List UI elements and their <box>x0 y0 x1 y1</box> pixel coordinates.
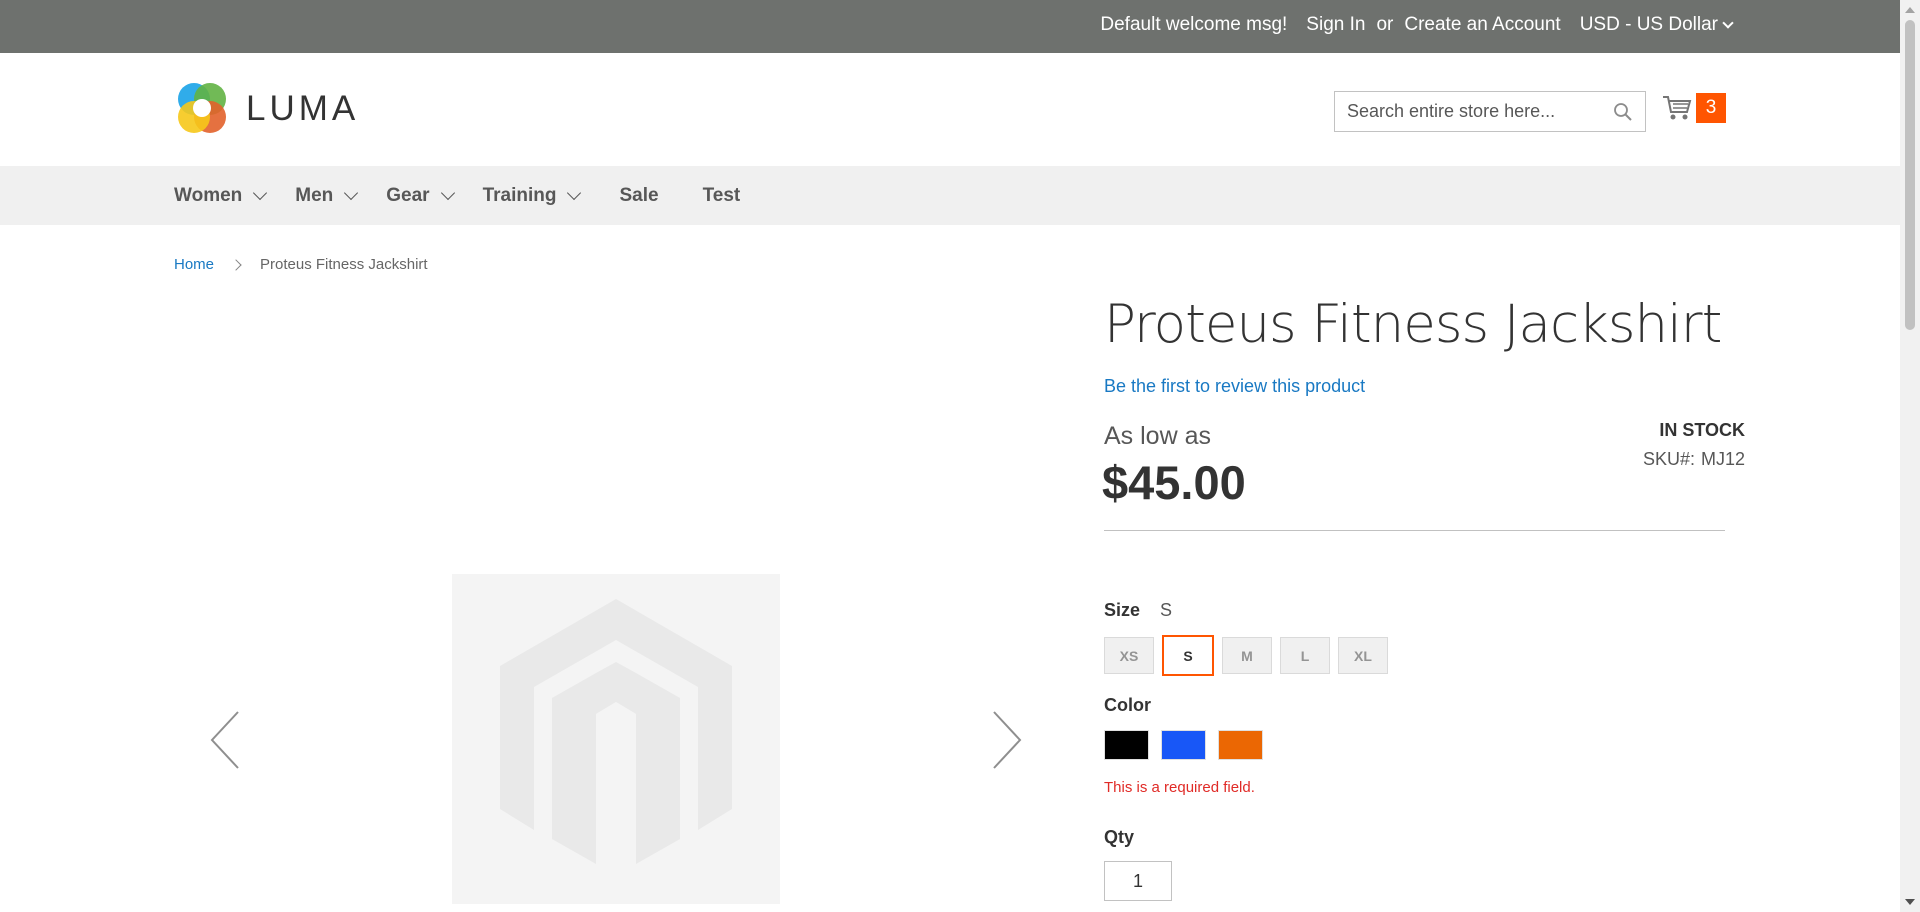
chevron-down-icon <box>440 185 455 200</box>
currency-switcher[interactable]: USD - US Dollar <box>1579 14 1734 36</box>
scroll-down-arrow-icon[interactable] <box>1905 899 1915 905</box>
search-icon[interactable] <box>1613 102 1633 122</box>
required-field-error: This is a required field. <box>1104 779 1255 796</box>
cart-count-badge: 3 <box>1696 93 1726 123</box>
nav-item-test[interactable]: Test <box>703 185 741 207</box>
breadcrumb: Home Proteus Fitness Jackshirt <box>174 256 428 273</box>
chevron-down-icon <box>253 185 268 200</box>
cart-icon <box>1663 96 1692 120</box>
nav-item-label: Test <box>702 184 741 206</box>
stock-status: IN STOCK <box>1659 420 1745 440</box>
page-scrollbar[interactable] <box>1900 0 1920 912</box>
nav-item-label: Gear <box>386 184 430 206</box>
logo[interactable]: LUMA <box>174 81 359 137</box>
nav-item-label: Training <box>482 184 557 206</box>
nav-item-training[interactable]: Training <box>482 184 582 207</box>
qty-input[interactable] <box>1104 861 1172 901</box>
nav-item-men[interactable]: Men <box>295 184 359 207</box>
color-swatch-orange[interactable] <box>1218 730 1263 760</box>
chevron-right-icon <box>230 258 242 271</box>
scroll-up-arrow-icon[interactable] <box>1905 7 1915 13</box>
nav-item-label: Sale <box>619 184 659 206</box>
sku-label: SKU#: <box>1642 449 1695 469</box>
size-option-m[interactable]: M <box>1222 637 1272 674</box>
nav-item-label: Men <box>295 184 334 206</box>
product-image-placeholder <box>452 574 780 904</box>
minicart[interactable]: 3 <box>1662 93 1726 123</box>
search-input[interactable] <box>1335 92 1595 131</box>
chevron-down-icon <box>567 185 582 200</box>
size-label: Size <box>1104 600 1141 620</box>
currency-label: USD - US Dollar <box>1579 14 1718 35</box>
header: LUMA 3 <box>0 53 1900 166</box>
size-option-xs[interactable]: XS <box>1104 637 1154 674</box>
breadcrumb-current: Proteus Fitness Jackshirt <box>260 256 428 273</box>
product-title: Proteus Fitness Jackshirt <box>1104 294 1722 355</box>
size-option-s[interactable]: S <box>1161 634 1215 677</box>
main-navigation: Women Men Gear Training Sale Test <box>0 166 1900 225</box>
create-account-link[interactable]: Create an Account <box>1404 14 1560 36</box>
magento-logo-icon <box>500 599 732 874</box>
color-options <box>1104 730 1275 760</box>
nav-item-gear[interactable]: Gear <box>386 184 455 207</box>
price-prefix: As low as <box>1104 422 1211 450</box>
size-option-xl[interactable]: XL <box>1338 637 1388 674</box>
nav-item-sale[interactable]: Sale <box>619 185 658 207</box>
sign-in-link[interactable]: Sign In <box>1306 14 1365 36</box>
size-selected-value: S <box>1160 600 1173 620</box>
scrollbar-thumb[interactable] <box>1905 20 1915 330</box>
size-option-l[interactable]: L <box>1280 637 1330 674</box>
color-swatch-blue[interactable] <box>1161 730 1206 760</box>
sku-value: MJ12 <box>1700 449 1745 469</box>
size-options: XS S M L XL <box>1104 634 1396 677</box>
top-bar: Default welcome msg! Sign In or Create a… <box>0 0 1900 53</box>
divider <box>1104 530 1725 531</box>
qty-label: Qty <box>1104 827 1135 847</box>
luma-logo-icon <box>178 83 226 133</box>
gallery-prev-arrow-icon[interactable] <box>208 710 242 770</box>
welcome-message: Default welcome msg! <box>1100 14 1288 35</box>
top-links: Default welcome msg! Sign In or Create a… <box>1081 14 1734 36</box>
nav-item-label: Women <box>174 184 243 206</box>
nav-item-women[interactable]: Women <box>174 184 268 207</box>
logo-text: LUMA <box>246 89 360 128</box>
product-price: $45.00 <box>1102 456 1246 509</box>
review-link[interactable]: Be the first to review this product <box>1104 376 1365 397</box>
search-box <box>1334 91 1646 132</box>
or-text: or <box>1376 14 1394 35</box>
breadcrumb-home-link[interactable]: Home <box>174 256 214 273</box>
color-label: Color <box>1104 695 1151 715</box>
gallery-next-arrow-icon[interactable] <box>990 710 1024 770</box>
sku: SKU#: MJ12 <box>1643 449 1745 470</box>
chevron-down-icon <box>1722 17 1734 29</box>
color-swatch-black[interactable] <box>1104 730 1149 760</box>
chevron-down-icon <box>344 185 359 200</box>
